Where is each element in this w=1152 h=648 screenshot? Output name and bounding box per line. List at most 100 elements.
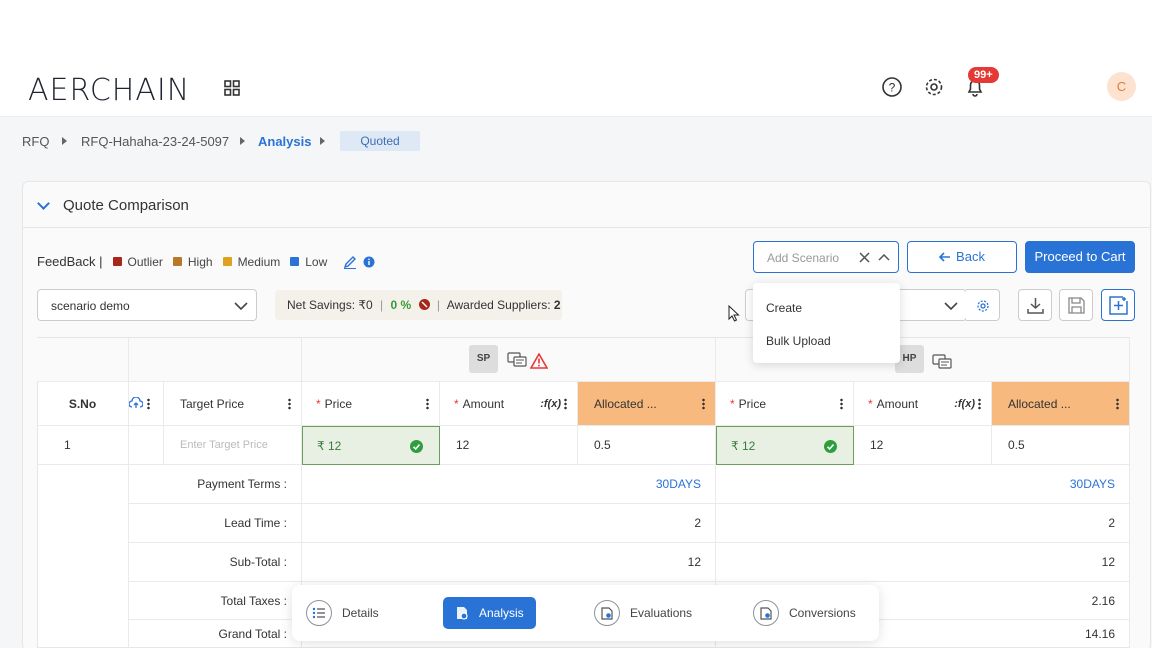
help-icon[interactable]: ? [881,76,903,98]
save-floppy-icon [1068,297,1085,314]
sp-sub-total: 12 [302,543,716,582]
chevron-up-icon[interactable] [878,254,890,261]
user-avatar[interactable]: C [1107,72,1136,101]
column-menu-icon[interactable] [702,398,705,410]
sp-payment-terms: 30DAYS [302,465,716,504]
cloud-upload-icon[interactable] [129,397,143,409]
feedback-legend: FeedBack | Outlier High Medium Low [37,254,375,269]
legend-medium: Medium [222,255,280,269]
sp-price-cell[interactable]: ₹ 12 [302,426,440,465]
target-price-input[interactable]: Enter Target Price [164,426,302,465]
clear-close-icon[interactable] [859,252,870,263]
scenario-settings-button[interactable] [966,289,1000,321]
check-circle-icon [410,440,423,453]
info-icon[interactable] [363,256,375,268]
column-menu-icon[interactable] [288,398,291,410]
proceed-to-cart-button[interactable]: Proceed to Cart [1025,241,1135,273]
hp-allocated-cell[interactable]: 0.5 [992,426,1130,465]
legend-label: High [187,254,213,269]
column-menu-icon[interactable] [426,398,429,410]
hp-payment-terms: 30DAYS [716,465,1130,504]
header-hp-price: * Price [716,382,854,426]
svg-text:?: ? [889,81,896,95]
mouse-cursor-icon [728,305,740,322]
summary-left-gutter [37,465,129,648]
breadcrumb-rfq-id[interactable]: RFQ-Hahaha-23-24-5097 [81,134,229,149]
hp-lead-time: 2 [716,504,1130,543]
column-menu-icon[interactable] [978,398,981,410]
column-menu-icon[interactable] [147,398,150,410]
edit-pencil-icon[interactable] [343,255,357,269]
sp-lead-time: 2 [302,504,716,543]
nav-evaluations[interactable]: Evaluations [594,597,692,629]
hp-price-value: ₹ 12 [731,438,756,453]
summary-label: Payment Terms : [129,465,302,504]
legend-outlier: Outlier [112,254,163,269]
column-menu-icon[interactable] [840,398,843,410]
chevron-down-icon [234,302,248,310]
card-header[interactable]: Quote Comparison [23,182,1150,228]
collapse-chevron-icon[interactable] [37,197,50,210]
back-button[interactable]: Back [907,241,1017,273]
formula-label[interactable]: :f(x) [954,398,975,410]
outlier-swatch [112,257,122,266]
chat-comments-icon[interactable] [932,354,952,370]
chevron-down-icon [944,302,958,310]
warning-triangle-icon[interactable] [530,353,548,369]
add-box-icon [1109,296,1128,315]
breadcrumb-analysis[interactable]: Analysis [258,134,311,149]
column-menu-icon[interactable] [1116,398,1119,410]
settings-gear-icon[interactable] [923,76,945,98]
low-swatch [290,257,300,266]
header-label: Allocated ... [594,396,657,411]
scenario-selected-value: scenario demo [51,299,130,313]
nav-conversions[interactable]: Conversions [753,597,856,629]
high-swatch [172,257,182,266]
dropdown-item-create[interactable]: Create [766,301,802,315]
legend-label: Low [305,254,328,269]
net-savings-label: Net Savings: [287,298,356,312]
section-title: Quote Comparison [63,197,189,214]
status-badge: Quoted [340,131,420,151]
scenario-dropdown-menu: Create Bulk Upload [753,283,900,363]
supplier-badge-sp[interactable]: SP [469,345,498,373]
savings-indicator-icon [418,299,430,310]
dropdown-item-bulk-upload[interactable]: Bulk Upload [766,334,831,348]
formula-label[interactable]: :f(x) [540,398,561,410]
add-scenario-placeholder: Add Scenario [767,251,840,265]
header-sp-price: * Price [302,382,440,426]
header-label: Price [324,396,353,411]
download-button[interactable] [1018,289,1052,321]
header-sno: S.No [37,382,129,426]
arrow-left-icon [938,252,951,262]
nav-details[interactable]: Details [306,597,379,629]
apps-grid-icon[interactable] [224,80,240,96]
header-hp-amount: * Amount :f(x) [854,382,992,426]
breadcrumb-separator-icon [320,137,325,145]
summary-label: Lead Time : [129,504,302,543]
savings-summary: Net Savings: ₹0 | 0 % | Awarded Supplier… [275,290,562,320]
chat-comments-icon[interactable] [507,352,527,368]
legend-label: Outlier [127,254,163,269]
savings-percent: 0 % [390,298,412,312]
download-icon [1027,298,1044,314]
nav-analysis[interactable]: Analysis [443,597,536,629]
add-column-button[interactable] [1101,289,1135,321]
hp-sub-total: 12 [716,543,1130,582]
empty-header-cell [37,338,129,382]
top-header: AERCHAIN ? 99+ C [0,63,1152,117]
sp-allocated-cell[interactable]: 0.5 [578,426,716,465]
column-menu-icon[interactable] [564,398,567,410]
header-hp-allocated: Allocated ... [992,382,1130,426]
add-scenario-input[interactable]: Add Scenario [753,241,899,273]
summary-label: Grand Total : [129,620,302,648]
feedback-label: FeedBack | [37,254,103,269]
scenario-select[interactable]: scenario demo [37,289,257,321]
save-button[interactable] [1059,289,1093,321]
app-logo[interactable]: AERCHAIN [28,73,190,108]
row-sno: 1 [37,426,129,465]
breadcrumb-rfq[interactable]: RFQ [22,134,49,149]
header-label: Amount [876,396,919,411]
hp-amount-cell: 12 [854,426,992,465]
hp-price-cell[interactable]: ₹ 12 [716,426,854,465]
